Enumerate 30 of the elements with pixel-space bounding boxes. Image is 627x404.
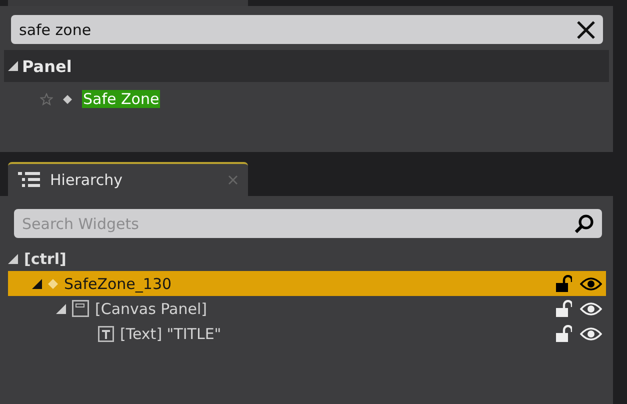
tree-row[interactable]: [Text] "TITLE" xyxy=(8,321,606,346)
hierarchy-tab[interactable]: Hierarchy xyxy=(8,162,248,196)
text-icon xyxy=(98,326,114,342)
expander-icon[interactable] xyxy=(32,278,42,288)
star-icon[interactable] xyxy=(40,92,53,106)
expander-icon[interactable] xyxy=(8,254,18,264)
tree-label: [Canvas Panel] xyxy=(95,300,208,318)
list-icon xyxy=(18,172,40,188)
search-field[interactable]: Search Widgets xyxy=(14,209,602,238)
search-field[interactable]: safe zone xyxy=(11,15,603,44)
close-icon[interactable] xyxy=(577,20,595,38)
unlock-icon[interactable] xyxy=(556,274,572,292)
diamond-icon xyxy=(48,278,58,288)
unlock-icon[interactable] xyxy=(556,324,572,342)
diamond-icon xyxy=(63,94,72,104)
tree-row[interactable]: [ctrl] xyxy=(8,246,606,271)
unlock-icon[interactable] xyxy=(556,300,572,318)
tree-label: SafeZone_130 xyxy=(64,274,173,292)
expander-icon[interactable] xyxy=(56,304,66,314)
tree-label: [Text] "TITLE" xyxy=(120,324,222,342)
eye-icon[interactable] xyxy=(580,276,602,290)
widget-item[interactable]: Safe Zone xyxy=(82,90,160,108)
search-icon[interactable] xyxy=(574,214,594,234)
category-label: Panel xyxy=(22,56,72,76)
category-header[interactable]: Panel xyxy=(4,50,609,82)
tree-row[interactable]: [Canvas Panel] xyxy=(8,296,606,321)
panel-icon xyxy=(72,300,89,317)
tree-label: [ctrl] xyxy=(24,250,68,268)
expander-icon[interactable] xyxy=(8,61,18,71)
selected-tree-row[interactable]: SafeZone_130 xyxy=(8,271,606,296)
